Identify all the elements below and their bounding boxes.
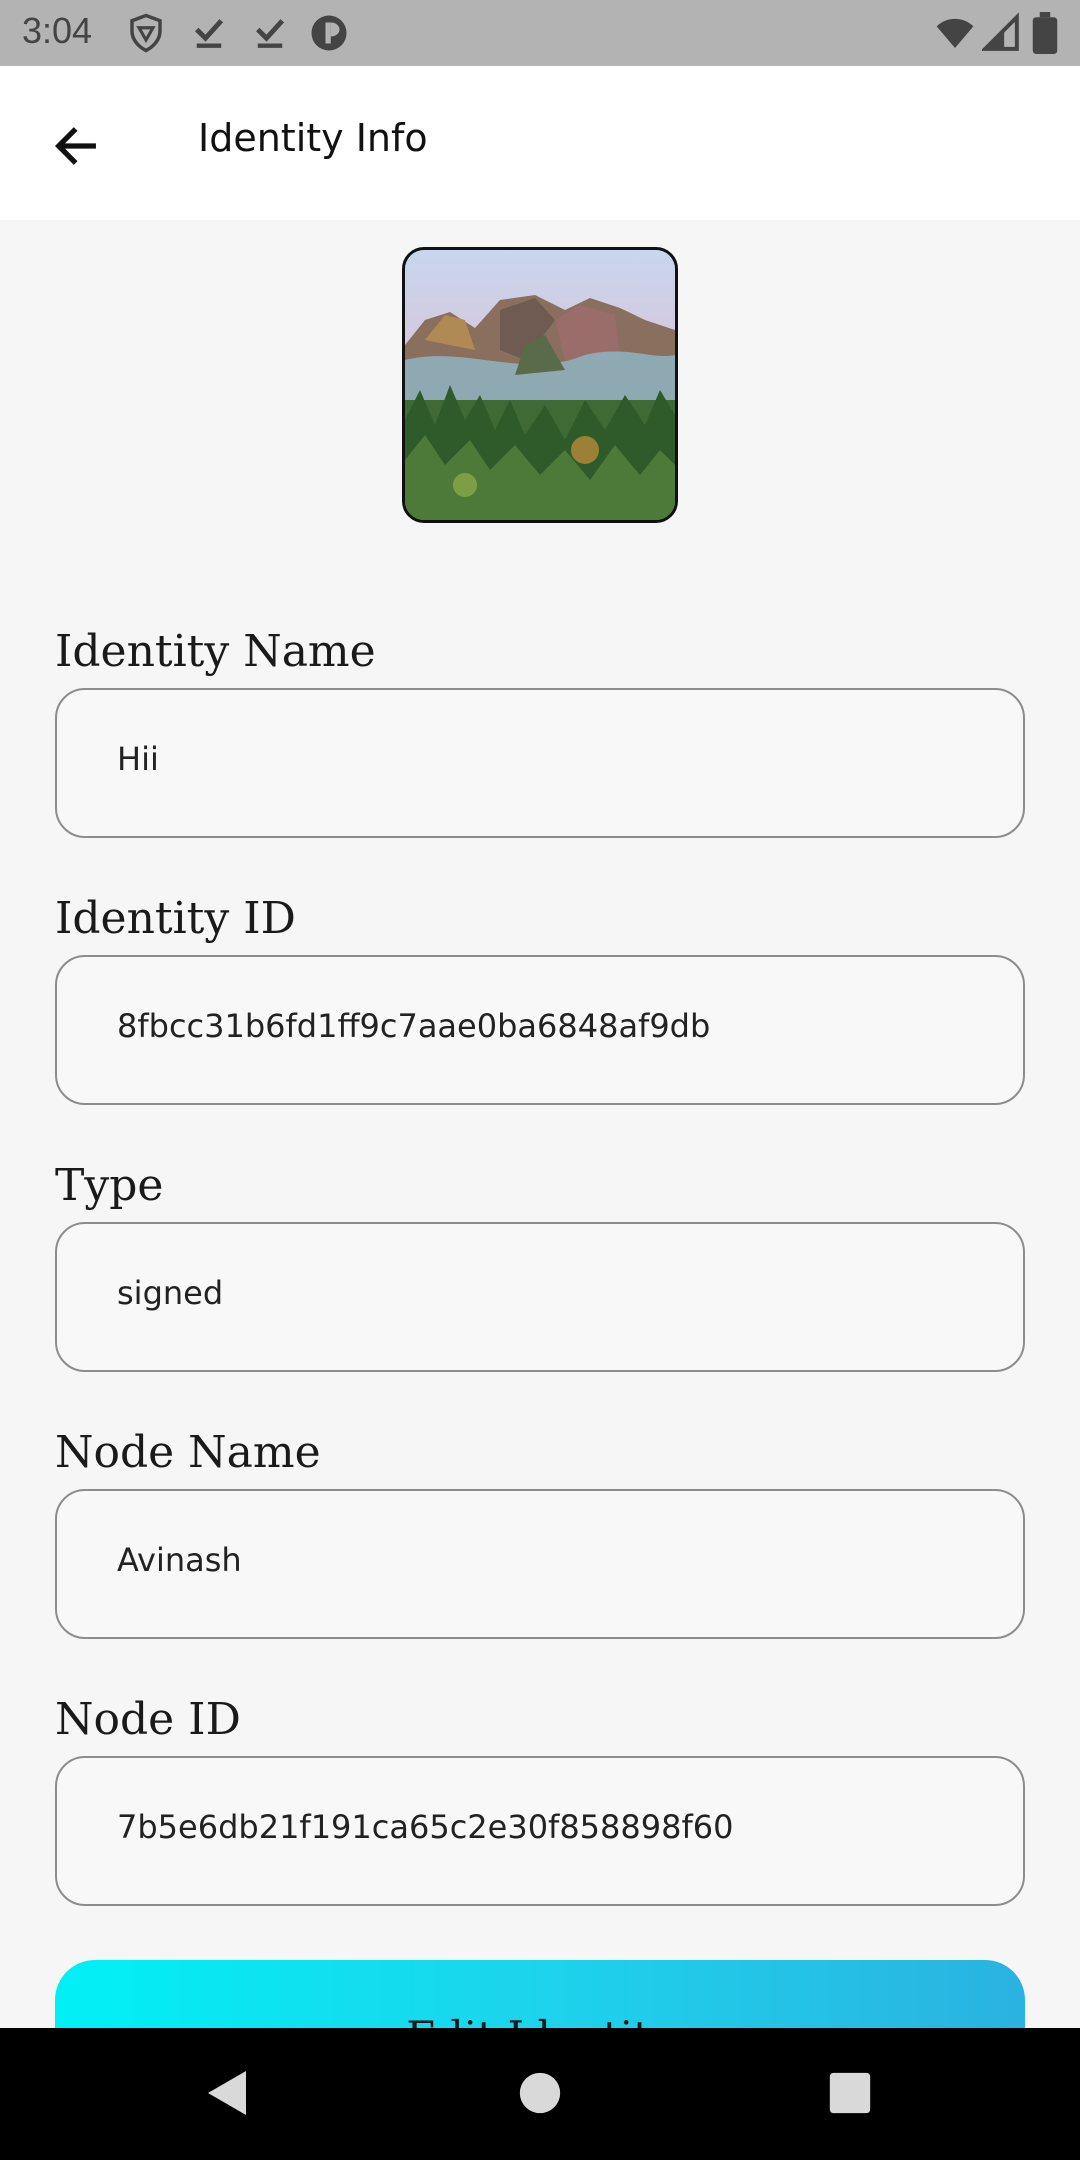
identity-avatar[interactable] bbox=[402, 247, 678, 523]
node-name-label: Node Name bbox=[55, 1427, 321, 1478]
battery-icon bbox=[1032, 12, 1058, 54]
node-id-label: Node ID bbox=[55, 1694, 241, 1745]
nav-recents-button[interactable] bbox=[810, 2058, 890, 2128]
arrow-back-icon bbox=[54, 127, 96, 165]
identity-id-field[interactable]: 8fbcc31b6fd1ff9c7aae0ba6848af9db bbox=[55, 955, 1025, 1105]
nav-home-icon bbox=[519, 2072, 561, 2114]
download-done-icon bbox=[195, 19, 224, 48]
identity-name-value: Hii bbox=[117, 740, 159, 778]
nav-back-icon bbox=[208, 2071, 246, 2115]
status-bar: 3:04 bbox=[0, 0, 1080, 66]
nav-recents-icon bbox=[829, 2072, 871, 2114]
identity-id-value: 8fbcc31b6fd1ff9c7aae0ba6848af9db bbox=[117, 1007, 711, 1045]
identity-name-label: Identity Name bbox=[55, 626, 376, 677]
type-value: signed bbox=[117, 1274, 224, 1312]
pause-circle-icon bbox=[311, 15, 347, 51]
system-nav-bar bbox=[0, 2028, 1080, 2160]
node-name-field[interactable]: Avinash bbox=[55, 1489, 1025, 1639]
type-field[interactable]: signed bbox=[55, 1222, 1025, 1372]
app-bar: Identity Info bbox=[0, 66, 1080, 220]
node-id-field[interactable]: 7b5e6db21f191ca65c2e30f858898f60 bbox=[55, 1756, 1025, 1906]
back-button[interactable] bbox=[40, 110, 112, 182]
landscape-image bbox=[405, 250, 675, 520]
page-title: Identity Info bbox=[198, 116, 428, 160]
node-id-value: 7b5e6db21f191ca65c2e30f858898f60 bbox=[117, 1808, 734, 1846]
download-done-icon bbox=[256, 19, 285, 48]
shield-icon bbox=[130, 13, 162, 53]
signal-icon bbox=[982, 12, 1019, 51]
status-time: 3:04 bbox=[22, 10, 93, 51]
node-name-value: Avinash bbox=[117, 1541, 242, 1579]
wifi-icon bbox=[936, 18, 974, 48]
type-label: Type bbox=[55, 1160, 164, 1211]
nav-back-button[interactable] bbox=[186, 2058, 266, 2128]
identity-id-label: Identity ID bbox=[55, 893, 296, 944]
identity-name-field[interactable]: Hii bbox=[55, 688, 1025, 838]
nav-home-button[interactable] bbox=[500, 2058, 580, 2128]
